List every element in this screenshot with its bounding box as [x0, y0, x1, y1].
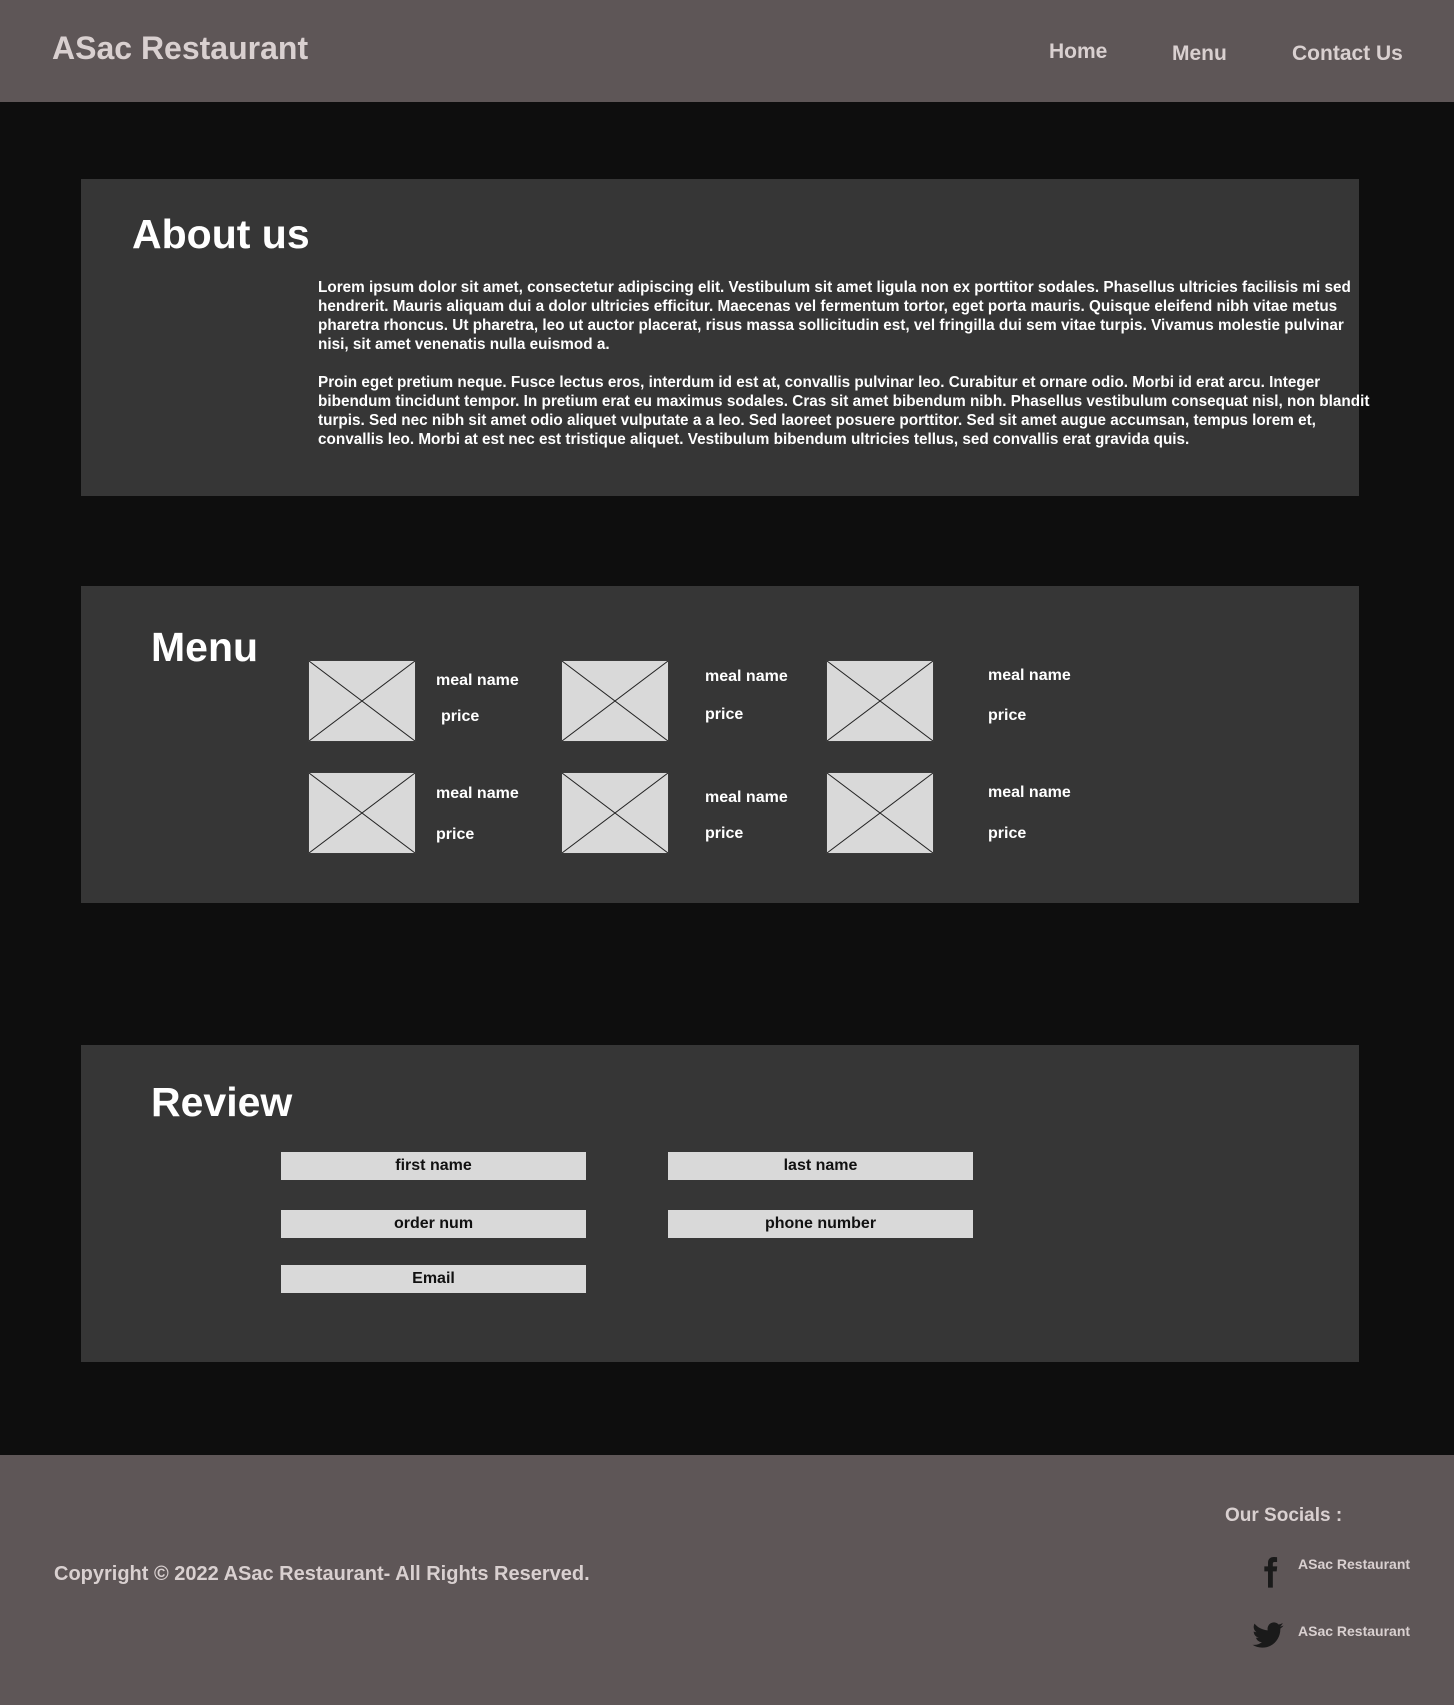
last-name-field[interactable]	[668, 1152, 973, 1180]
site-header: ASac Restaurant Home Menu Contact Us	[0, 0, 1454, 102]
phone-number-field[interactable]	[668, 1210, 973, 1238]
about-section: About us Lorem ipsum dolor sit amet, con…	[81, 179, 1369, 496]
about-text: Lorem ipsum dolor sit amet, consectetur …	[318, 278, 1374, 468]
copyright-text: Copyright © 2022 ASac Restaurant- All Ri…	[54, 1563, 590, 1585]
meal-price: price	[705, 706, 744, 723]
nav-menu-link[interactable]: Menu	[1172, 42, 1227, 66]
meal-name: meal name	[705, 668, 788, 685]
nav-contact-link[interactable]: Contact Us	[1292, 42, 1403, 66]
site-brand[interactable]: ASac Restaurant	[52, 30, 308, 67]
meal-price: price	[705, 825, 744, 842]
about-paragraph-2: Proin eget pretium neque. Fusce lectus e…	[318, 374, 1370, 448]
twitter-icon[interactable]	[1251, 1618, 1285, 1654]
email-field[interactable]	[281, 1265, 586, 1293]
meal-price: price	[441, 708, 480, 725]
first-name-field[interactable]	[281, 1152, 586, 1180]
meal-name: meal name	[436, 785, 519, 802]
review-title: Review	[151, 1079, 293, 1125]
meal-price: price	[436, 826, 475, 843]
meal-image-placeholder	[826, 772, 934, 854]
meal-image-placeholder	[561, 772, 669, 854]
facebook-link[interactable]: ASac Restaurant	[1298, 1556, 1410, 1572]
menu-section: Menu meal name price meal name price mea…	[81, 586, 1359, 903]
order-num-field[interactable]	[281, 1210, 586, 1238]
meal-name: meal name	[436, 672, 519, 689]
meal-price: price	[988, 707, 1027, 724]
twitter-link[interactable]: ASac Restaurant	[1298, 1623, 1410, 1639]
review-section: Review	[81, 1045, 1359, 1362]
menu-title: Menu	[151, 624, 259, 670]
meal-name: meal name	[988, 784, 1071, 801]
meal-image-placeholder	[561, 660, 669, 742]
facebook-icon[interactable]	[1253, 1554, 1287, 1590]
meal-name: meal name	[705, 789, 788, 806]
meal-image-placeholder	[308, 660, 416, 742]
site-footer: Copyright © 2022 ASac Restaurant- All Ri…	[0, 1455, 1454, 1705]
nav-home-link[interactable]: Home	[1049, 40, 1107, 64]
meal-name: meal name	[988, 667, 1071, 684]
meal-image-placeholder	[826, 660, 934, 742]
about-paragraph-1: Lorem ipsum dolor sit amet, consectetur …	[318, 279, 1351, 353]
about-title: About us	[132, 211, 310, 257]
socials-title: Our Socials :	[1225, 1505, 1343, 1526]
meal-image-placeholder	[308, 772, 416, 854]
meal-price: price	[988, 825, 1027, 842]
